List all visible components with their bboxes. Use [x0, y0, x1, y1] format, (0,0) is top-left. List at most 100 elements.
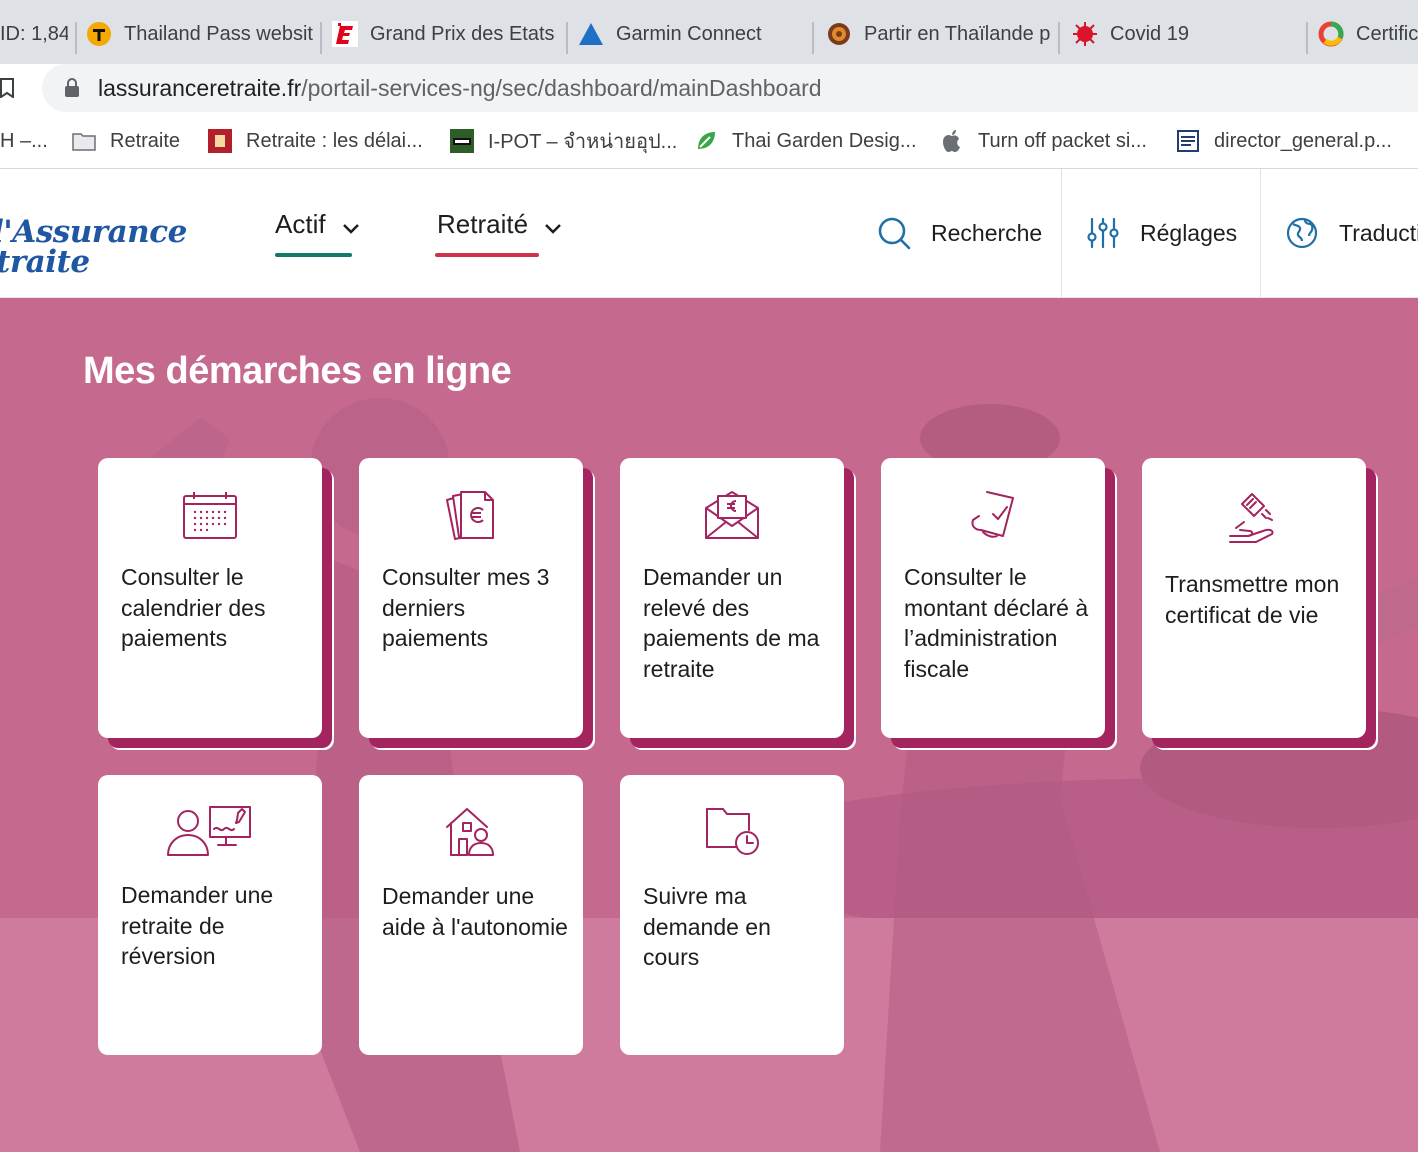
search-icon	[878, 217, 911, 250]
browser-tab[interactable]: ID: 1,84	[0, 12, 68, 56]
bookmark-label: Turn off packet si...	[978, 129, 1147, 152]
url-domain: lassuranceretraite.fr	[98, 74, 302, 101]
euro-envelope-icon	[705, 491, 759, 539]
search-label: Recherche	[931, 219, 1043, 246]
person-computer-icon	[167, 806, 251, 856]
folder-clock-icon	[706, 808, 759, 855]
euro-documents-icon	[446, 491, 494, 540]
card-retraite-reversion[interactable]: Demander une retraite de réversion	[98, 775, 322, 1055]
bookmark-item[interactable]: Thai Garden Desig...	[694, 114, 917, 168]
card-releve-paiements[interactable]: Demander un relevé des paiements de ma r…	[620, 458, 844, 738]
apple-icon	[940, 129, 964, 153]
house-person-icon	[446, 808, 494, 856]
card-label: Demander une aide à l'autonomie	[382, 883, 568, 940]
nav-label: Actif	[275, 209, 326, 239]
bookmark-item[interactable]: Retraite : les délai...	[208, 114, 423, 168]
document-icon	[1176, 129, 1200, 153]
leaf-icon	[694, 129, 718, 153]
covid-icon	[1072, 21, 1098, 47]
url-path: /portail-services-ng/sec/dashboard/mainD…	[301, 74, 822, 101]
nav-actif[interactable]: Actif	[275, 209, 360, 269]
bookmarks-bar: H –... Retraite Retraite : les délai... …	[0, 114, 1418, 169]
card-label: Demander un relevé des paiements de ma r…	[643, 564, 820, 682]
tab-title: Grand Prix des Etats	[370, 22, 555, 45]
bookmark-item[interactable]: H –...	[0, 114, 48, 168]
settings-button[interactable]: Réglages	[1086, 169, 1237, 297]
url-text: lassuranceretraite.fr/portail-services-n…	[98, 75, 822, 102]
translate-label: Traducti	[1339, 219, 1418, 246]
nav-label: Retraité	[437, 209, 529, 239]
signed-document-icon	[971, 491, 1014, 538]
tab-separator	[566, 22, 568, 54]
browser-tab[interactable]: Covid 19	[1072, 12, 1302, 56]
tab-title: Covid 19	[1110, 22, 1189, 45]
url-field[interactable]: lassuranceretraite.fr/portail-services-n…	[42, 64, 1418, 112]
hand-document-icon	[1229, 493, 1274, 543]
card-montant-declare[interactable]: Consulter le montant déclaré à l’adminis…	[881, 458, 1105, 738]
calendar-icon	[183, 492, 237, 539]
card-suivre-demande[interactable]: Suivre ma demande en cours	[620, 775, 844, 1055]
tab-separator	[1306, 22, 1308, 54]
bookmark-label: director_general.p...	[1214, 129, 1392, 152]
hero-section: Mes démarches en ligne Consulter le cale…	[0, 298, 1418, 1152]
translate-button[interactable]: Traducti	[1285, 169, 1418, 297]
chrome-ring-icon	[1318, 21, 1344, 47]
tab-title: Garmin Connect	[616, 22, 762, 45]
card-label: Suivre ma demande en cours	[643, 883, 771, 970]
bookmark-label: I-POT – จำหน่ายอุป...	[488, 131, 678, 153]
thailand-pass-icon	[86, 21, 112, 47]
retraite-site-icon	[208, 129, 232, 153]
hero-title: Mes démarches en ligne	[83, 350, 512, 392]
tab-title: Thailand Pass websit	[124, 22, 313, 45]
card-aide-autonomie[interactable]: Demander une aide à l'autonomie	[359, 775, 583, 1055]
nav-underline-actif	[275, 253, 352, 257]
browser-tab-strip: ID: 1,84 Thailand Pass websit Grand Prix…	[0, 0, 1418, 64]
logo-line-1: l'Assurance	[0, 214, 187, 250]
site-header: l'Assurance traite Actif Retraité Recher…	[0, 169, 1418, 298]
tab-title: Partir en Thaïlande p	[864, 22, 1051, 45]
ipot-icon	[450, 129, 474, 153]
card-label: Consulter mes 3 derniers paiements	[382, 564, 550, 651]
header-divider	[1260, 169, 1261, 297]
bookmark-item[interactable]: Turn off packet si...	[940, 114, 1147, 168]
browser-tab[interactable]: Grand Prix des Etats	[332, 12, 558, 56]
site-logo[interactable]: l'Assurance traite	[0, 214, 187, 280]
card-label: Transmettre mon certificat de vie	[1165, 571, 1340, 628]
tab-separator	[1058, 22, 1060, 54]
bookmark-label: Thai Garden Desig...	[732, 129, 917, 152]
globe-icon	[1286, 217, 1318, 249]
chevron-down-icon	[342, 224, 359, 234]
search-button[interactable]: Recherche	[877, 169, 1042, 297]
tab-separator	[812, 22, 814, 54]
tab-title: Certific	[1356, 22, 1418, 45]
browser-tab[interactable]: Thailand Pass websit	[86, 12, 314, 56]
lequipe-icon	[332, 21, 358, 47]
tab-separator	[75, 22, 77, 54]
bookmark-item[interactable]: I-POT – จำหน่ายอุป...	[450, 114, 677, 168]
lock-icon[interactable]	[64, 78, 80, 98]
card-label: Consulter le montant déclaré à l’adminis…	[904, 564, 1089, 682]
tab-separator	[320, 22, 322, 54]
bookmark-icon[interactable]	[0, 78, 14, 98]
folder-icon	[72, 129, 96, 153]
card-calendrier-paiements[interactable]: Consulter le calendrier des paiements	[98, 458, 322, 738]
bookmark-item[interactable]: director_general.p...	[1176, 114, 1392, 168]
card-label: Consulter le calendrier des paiements	[121, 564, 266, 651]
header-divider	[1061, 169, 1062, 297]
bookmark-label: Retraite	[110, 129, 181, 152]
browser-tab[interactable]: Partir en Thaïlande p	[826, 12, 1056, 56]
bookmark-folder-retraite[interactable]: Retraite	[72, 114, 180, 168]
garmin-icon	[578, 21, 604, 47]
settings-label: Réglages	[1140, 219, 1238, 246]
nav-underline-retraite	[435, 253, 539, 257]
browser-tab[interactable]: Certific	[1318, 12, 1418, 56]
card-derniers-paiements[interactable]: Consulter mes 3 derniers paiements	[359, 458, 583, 738]
nav-retraite[interactable]: Retraité	[435, 209, 562, 269]
embassy-seal-icon	[826, 21, 852, 47]
logo-line-2: traite	[0, 244, 90, 280]
tab-title: ID: 1,84	[0, 22, 68, 45]
browser-tab[interactable]: Garmin Connect	[578, 12, 808, 56]
card-certificat-de-vie[interactable]: Transmettre mon certificat de vie	[1142, 458, 1366, 738]
bookmark-label: Retraite : les délai...	[246, 129, 423, 152]
chevron-down-icon	[545, 224, 561, 234]
